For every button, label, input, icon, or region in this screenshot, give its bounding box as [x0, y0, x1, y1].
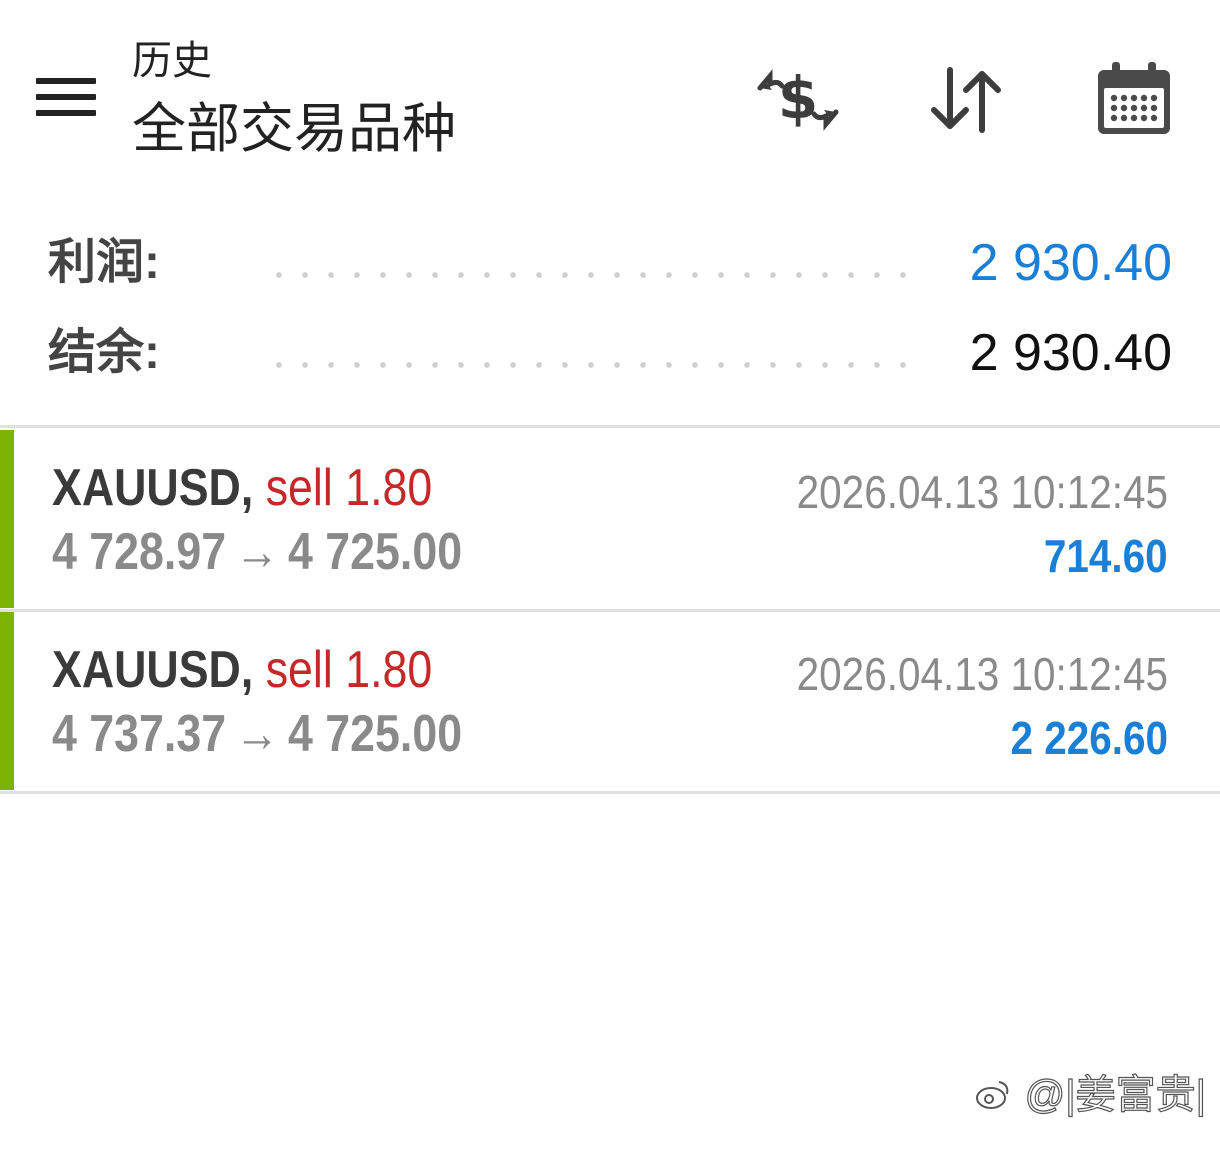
trade-time: 2026.04.13 10:12:45	[796, 648, 1168, 700]
trade-side: sell	[265, 641, 333, 699]
arrow-right-icon: →	[234, 523, 280, 581]
arrow-right-icon: →	[234, 705, 280, 763]
balance-value: 2 930.40	[969, 324, 1172, 382]
trade-separator: ,	[240, 641, 254, 699]
balance-label: 结余:	[48, 326, 160, 379]
trade-status-bar	[0, 612, 14, 790]
trade-row[interactable]: XAUUSD, sell 1.80 4 737.37 → 4 725.00 2026…	[0, 612, 1220, 790]
divider	[0, 791, 1220, 794]
dotted-leader	[266, 272, 926, 278]
trade-side: sell	[265, 459, 333, 517]
app-header: 历史 全部交易品种 $	[0, 0, 1220, 190]
trade-close-price: 4 725.00	[288, 705, 463, 763]
trade-profit: 714.60	[1044, 530, 1168, 582]
currency-exchange-icon[interactable]: $	[756, 58, 840, 142]
trade-time: 2026.04.13 10:12:45	[796, 466, 1168, 518]
trade-symbol: XAUUSD	[52, 459, 241, 517]
page-subtitle: 历史	[132, 39, 212, 83]
profit-value: 2 930.40	[969, 234, 1172, 292]
trade-open-price: 4 728.97	[52, 523, 227, 581]
dotted-leader	[266, 362, 926, 368]
trade-price-line: 4 737.37 → 4 725.00	[52, 702, 462, 766]
calendar-icon[interactable]	[1092, 58, 1176, 142]
trade-lots: 1.80	[345, 459, 433, 517]
profit-summary-row: 利润: 2 930.40	[48, 228, 1172, 298]
balance-summary-row: 结余: 2 930.40	[48, 318, 1172, 388]
sort-icon[interactable]	[924, 58, 1008, 142]
watermark: @|姜富贵|	[973, 1070, 1207, 1120]
watermark-text: @|姜富贵|	[1024, 1072, 1207, 1117]
profit-label: 利润:	[48, 236, 160, 289]
trade-row[interactable]: XAUUSD, sell 1.80 4 728.97 → 4 725.00 2026…	[0, 430, 1220, 608]
trade-close-price: 4 725.00	[288, 523, 463, 581]
trade-header-line: XAUUSD, sell 1.80	[52, 638, 432, 702]
divider	[0, 425, 1220, 428]
weibo-logo-icon	[973, 1073, 1024, 1117]
trade-open-price: 4 737.37	[52, 705, 227, 763]
hamburger-menu-icon[interactable]	[36, 78, 96, 118]
symbol-filter-title[interactable]: 全部交易品种	[132, 98, 456, 160]
trade-header-line: XAUUSD, sell 1.80	[52, 456, 432, 520]
svg-text:$: $	[778, 64, 818, 132]
trade-separator: ,	[240, 459, 254, 517]
trade-lots: 1.80	[345, 641, 433, 699]
trade-profit: 2 226.60	[1010, 712, 1168, 764]
trade-symbol: XAUUSD	[52, 641, 241, 699]
trade-price-line: 4 728.97 → 4 725.00	[52, 520, 462, 584]
trade-status-bar	[0, 430, 14, 608]
